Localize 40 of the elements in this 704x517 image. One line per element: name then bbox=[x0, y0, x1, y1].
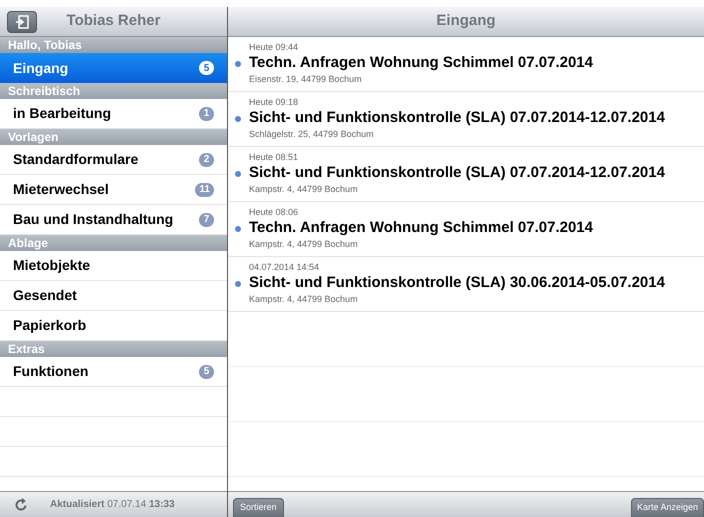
message-address: Schlägelstr. 25, 44799 Bochum bbox=[249, 128, 375, 141]
message-row[interactable]: Heute 08:06 Techn. Anfragen Wohnung Schimmel 07.07.2014 Kampstr. 4, 44799 Bochum bbox=[228, 202, 704, 257]
message-title: Sicht- und Funktionskontrolle (SLA) 07.07.2014-12.07.2014 bbox=[249, 163, 665, 182]
count-badge: 2 bbox=[199, 152, 214, 166]
section-header: Hallo, Tobias bbox=[0, 37, 227, 53]
section-header: Schreibtisch bbox=[0, 83, 227, 99]
show-map-button[interactable]: Karte Anzeigen bbox=[630, 498, 704, 517]
updated-status: Aktualisiert 07.07.14 13:33 bbox=[50, 498, 175, 512]
count-badge: 5 bbox=[199, 364, 214, 378]
exit-icon bbox=[15, 14, 29, 28]
message-address: Eisenstr. 19, 44799 Bochum bbox=[249, 73, 363, 86]
message-time: Heute 08:51 bbox=[249, 152, 300, 163]
message-row[interactable]: 04.07.2014 14:54 Sicht- und Funktionskontrolle (SLA) 30.06.2014-05.07.2014 Kampstr. 4, 44799 Bochum bbox=[228, 257, 704, 312]
logout-button[interactable] bbox=[7, 10, 37, 32]
message-time: Heute 09:18 bbox=[249, 97, 300, 108]
section-header: Extras bbox=[0, 341, 227, 357]
message-title: Sicht- und Funktionskontrolle (SLA) 07.07.2014-12.07.2014 bbox=[249, 108, 665, 127]
message-title: Techn. Anfragen Wohnung Schimmel 07.07.2014 bbox=[249, 218, 593, 237]
count-badge: 1 bbox=[199, 106, 214, 120]
message-time: 04.07.2014 14:54 bbox=[249, 262, 320, 273]
message-row[interactable]: Heute 09:44 Techn. Anfragen Wohnung Schimmel 07.07.2014 Eisenstr. 19, 44799 Bochum bbox=[228, 37, 704, 92]
sidebar-title: Tobias Reher bbox=[66, 11, 162, 32]
section-header: Ablage bbox=[0, 235, 227, 251]
message-time: Heute 09:44 bbox=[249, 42, 300, 53]
message-row[interactable]: Heute 08:51 Sicht- und Funktionskontrolle (SLA) 07.07.2014-12.07.2014 Kampstr. 4, 44799 Bochum bbox=[228, 147, 704, 202]
sidebar-item[interactable]: Eingang 5 bbox=[0, 53, 227, 83]
message-address: Kampstr. 4, 44799 Bochum bbox=[249, 238, 359, 251]
message-address: Kampstr. 4, 44799 Bochum bbox=[249, 293, 359, 306]
inbox-title: Eingang bbox=[436, 11, 496, 32]
count-badge: 11 bbox=[195, 182, 214, 196]
message-time: Heute 08:06 bbox=[249, 207, 300, 218]
sort-button[interactable]: Sortieren bbox=[233, 498, 284, 517]
message-row[interactable]: Heute 09:18 Sicht- und Funktionskontrolle (SLA) 07.07.2014-12.07.2014 Schlägelstr. 25, 44799 Bochum bbox=[228, 92, 704, 147]
message-title: Techn. Anfragen Wohnung Schimmel 07.07.2014 bbox=[249, 53, 593, 72]
count-badge: 7 bbox=[199, 212, 214, 226]
refresh-icon[interactable] bbox=[14, 498, 28, 512]
section-header: Vorlagen bbox=[0, 129, 227, 145]
message-title: Sicht- und Funktionskontrolle (SLA) 30.06.2014-05.07.2014 bbox=[249, 273, 665, 292]
count-badge: 5 bbox=[199, 61, 214, 75]
message-address: Kampstr. 4, 44799 Bochum bbox=[249, 183, 359, 196]
